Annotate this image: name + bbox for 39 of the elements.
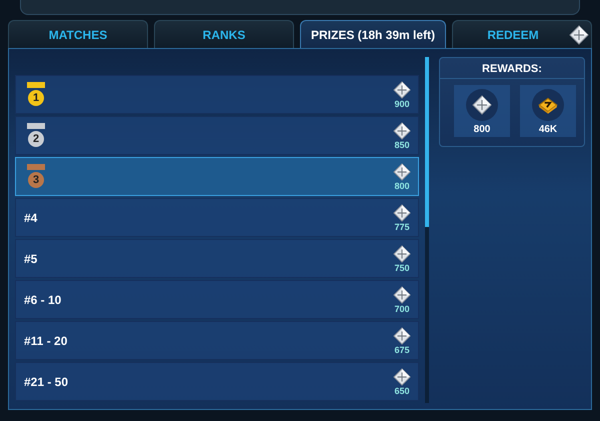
tab[interactable]: MATCHES [8,20,148,48]
diamond-icon [472,95,492,115]
reward-item[interactable]: 800 [454,85,510,137]
prize-amount: 850 [394,140,410,150]
diamond-icon [393,162,411,180]
diamond-icon [393,244,411,262]
rewards-title: REWARDS: [440,58,584,79]
rank-label: #5 [24,252,38,266]
prize-row[interactable]: #4 775 [15,198,419,237]
tab[interactable]: RANKS [154,20,294,48]
diamond-icon [393,326,411,344]
prize-amount: 650 [394,386,410,396]
rank-label: #6 - 10 [24,292,62,306]
diamond-icon [393,122,411,140]
reward-item[interactable]: 46K [520,85,576,137]
diamond-icon [393,368,411,386]
prize-row[interactable]: 3 800 [15,157,419,196]
diamond-icon [569,25,589,45]
prize-amount: 750 [394,262,410,272]
prize-row[interactable]: 1 900 [15,75,419,114]
diamond-icon [393,80,411,98]
rank-label: #11 - 20 [24,334,68,348]
prize-row[interactable]: #6 - 10 700 [15,280,419,319]
prize-row[interactable]: #11 - 20 675 [15,321,419,360]
rank-label: #21 - 50 [24,374,68,388]
prize-row[interactable]: #21 - 50 650 [15,362,419,401]
scrollbar[interactable] [425,57,429,403]
prize-amount: 700 [394,304,410,314]
prize-amount: 900 [394,98,410,108]
prize-amount: 775 [394,222,410,232]
prize-amount: 800 [394,180,410,190]
rank-label: #4 [24,210,38,224]
tab[interactable]: PRIZES (18h 39m left) [300,20,446,48]
prize-amount: 675 [394,344,410,354]
diamond-icon [393,204,411,222]
prize-row[interactable]: 2 850 [15,116,419,155]
prize-row[interactable]: #5 750 [15,239,419,278]
diamond-icon [393,286,411,304]
tab[interactable]: REDEEM [452,20,592,48]
